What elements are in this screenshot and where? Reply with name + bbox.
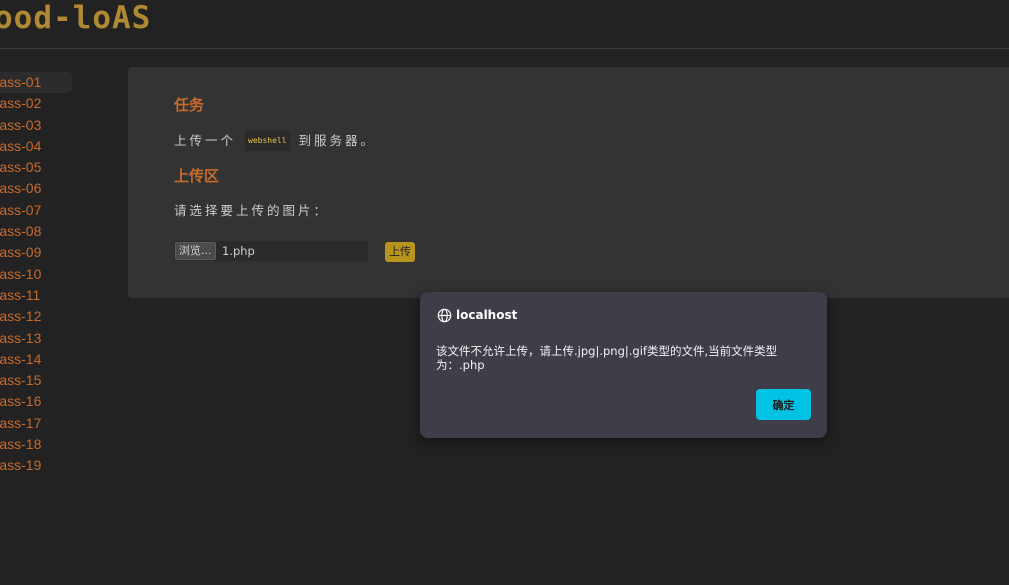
sidebar-item-pass-08[interactable]: Pass-08 — [0, 221, 72, 242]
sidebar-item-pass-14[interactable]: Pass-14 — [0, 349, 72, 370]
browse-button[interactable]: 浏览... — [175, 242, 216, 260]
sidebar-item-pass-12[interactable]: Pass-12 — [0, 306, 72, 327]
task-text-before: 上传一个 — [174, 133, 237, 148]
sidebar-item-pass-09[interactable]: Pass-09 — [0, 242, 72, 263]
sidebar-item-pass-15[interactable]: Pass-15 — [0, 370, 72, 391]
task-description: 上传一个 webshell 到服务器。 — [174, 131, 376, 151]
sidebar-item-pass-10[interactable]: Pass-10 — [0, 264, 72, 285]
upload-heading: 上传区 — [174, 167, 220, 185]
site-logo[interactable]: ood-loAS — [0, 0, 151, 38]
sidebar-item-pass-05[interactable]: Pass-05 — [0, 157, 72, 178]
top-bar: ood-loAS — [0, 0, 1009, 49]
sidebar-item-pass-07[interactable]: Pass-07 — [0, 200, 72, 221]
globe-icon — [437, 308, 452, 323]
selected-file-name: 1.php — [222, 244, 255, 258]
dialog-header: localhost — [437, 308, 517, 323]
sidebar-item-pass-02[interactable]: Pass-02 — [0, 93, 72, 114]
sidebar-item-pass-13[interactable]: Pass-13 — [0, 328, 72, 349]
sidebar-item-pass-19[interactable]: Pass-19 — [0, 455, 72, 476]
sidebar-item-pass-04[interactable]: Pass-04 — [0, 136, 72, 157]
ok-button[interactable]: 确定 — [756, 389, 811, 420]
sidebar-item-pass-06[interactable]: Pass-06 — [0, 178, 72, 199]
sidebar-item-pass-01[interactable]: Pass-01 — [0, 72, 72, 94]
upload-prompt: 请选择要上传的图片： — [174, 203, 330, 218]
sidebar-item-pass-11[interactable]: Pass-11 — [0, 285, 72, 306]
sidebar-item-pass-18[interactable]: Pass-18 — [0, 434, 72, 455]
sidebar-item-pass-03[interactable]: Pass-03 — [0, 115, 72, 136]
content-card: 任务 上传一个 webshell 到服务器。 上传区 请选择要上传的图片： 浏览… — [128, 67, 1009, 298]
dialog-title: localhost — [456, 308, 518, 322]
task-text-after: 到服务器。 — [298, 133, 377, 148]
sidebar-item-pass-16[interactable]: Pass-16 — [0, 391, 72, 412]
file-input[interactable]: 浏览... 1.php — [174, 241, 368, 261]
alert-dialog: localhost 该文件不允许上传，请上传.jpg|.png|.gif类型的文… — [420, 292, 827, 438]
sidebar: Pass-01 Pass-02 Pass-03 Pass-04 Pass-05 … — [0, 72, 75, 477]
dialog-message: 该文件不允许上传，请上传.jpg|.png|.gif类型的文件,当前文件类型为：… — [436, 344, 778, 372]
upload-button[interactable]: 上传 — [385, 242, 415, 262]
webshell-code: webshell — [245, 131, 290, 151]
task-heading: 任务 — [174, 96, 205, 114]
sidebar-item-pass-17[interactable]: Pass-17 — [0, 413, 72, 434]
